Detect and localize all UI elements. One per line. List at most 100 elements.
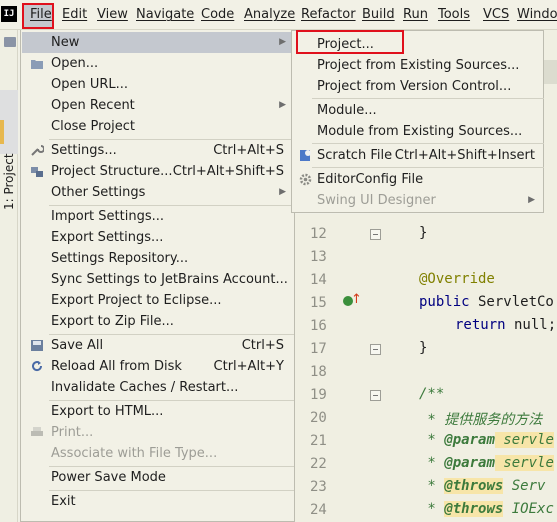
code-line: * @param servle (419, 432, 554, 448)
scratch-file-icon (300, 150, 311, 161)
menu-item-label: Close Project (51, 119, 136, 134)
code-line: * 提供服务的方法 (419, 409, 542, 429)
menu-code[interactable]: Code (201, 6, 234, 24)
submenu-item-label: Scratch File (317, 148, 393, 163)
print-icon (31, 427, 43, 436)
menu-item-reload-all[interactable]: Reload All from Disk Ctrl+Alt+Y (22, 356, 294, 377)
save-icon (31, 340, 43, 351)
menu-item-label: Exit (51, 494, 76, 509)
menu-edit[interactable]: Edit (62, 6, 87, 24)
menu-item-export-html[interactable]: Export to HTML... (22, 401, 294, 422)
menu-item-open-url[interactable]: Open URL... (22, 74, 294, 95)
menu-navigate[interactable]: Navigate (136, 6, 194, 24)
comment-text: /** (419, 386, 445, 402)
menu-item-exit[interactable]: Exit (22, 491, 294, 512)
menu-item-label: Settings Repository... (51, 251, 189, 266)
menu-item-label: Open Recent (51, 98, 135, 113)
menu-item-close-project[interactable]: Close Project (22, 116, 294, 137)
submenu-item-project-version-control[interactable]: Project from Version Control... (293, 76, 543, 97)
javadoc-tag: @param (444, 432, 495, 448)
menu-separator (312, 98, 544, 99)
left-edge-marker (0, 120, 4, 144)
fold-marker-icon[interactable] (370, 390, 381, 401)
menu-separator (312, 143, 544, 144)
menu-refactor[interactable]: Refactor (301, 6, 356, 24)
menu-file[interactable]: File (30, 6, 52, 24)
menu-item-new[interactable]: New ▶ (22, 32, 294, 53)
submenu-arrow-icon: ▶ (279, 100, 286, 110)
folder-icon[interactable] (4, 37, 16, 47)
menu-item-label: Import Settings... (51, 209, 164, 224)
fold-marker-icon[interactable] (370, 344, 381, 355)
menu-item-other-settings[interactable]: Other Settings ▶ (22, 182, 294, 203)
menu-item-associate-file-type[interactable]: Associate with File Type... (22, 443, 294, 464)
menu-item-export-zip[interactable]: Export to Zip File... (22, 311, 294, 332)
override-arrow-icon[interactable]: ↑ (351, 293, 362, 307)
menu-item-sync-settings[interactable]: Sync Settings to JetBrains Account... (22, 269, 294, 290)
submenu-item-scratch-file[interactable]: Scratch File Ctrl+Alt+Shift+Insert (293, 145, 543, 166)
comment-text: servle (494, 432, 554, 448)
comment-text: * (419, 432, 445, 448)
menu-item-invalidate-caches[interactable]: Invalidate Caches / Restart... (22, 377, 294, 398)
code-line: public ServletCo (419, 294, 554, 310)
menu-item-export-eclipse[interactable]: Export Project to Eclipse... (22, 290, 294, 311)
folder-open-icon (31, 60, 43, 69)
code-line: } (419, 225, 427, 241)
submenu-item-editorconfig-file[interactable]: EditorConfig File (293, 169, 543, 190)
menu-item-settings-repository[interactable]: Settings Repository... (22, 248, 294, 269)
new-submenu: Project... Project from Existing Sources… (291, 30, 544, 213)
line-number: 23 (310, 479, 327, 495)
menu-item-power-save-mode[interactable]: Power Save Mode (22, 467, 294, 488)
menu-tools[interactable]: Tools (438, 6, 470, 24)
javadoc-tag: @throws (444, 478, 504, 494)
intellij-logo-icon: IJ (1, 6, 17, 22)
menu-item-open-recent[interactable]: Open Recent ▶ (22, 95, 294, 116)
comment-text: * (419, 501, 445, 517)
menu-build[interactable]: Build (362, 6, 395, 24)
comment-text: Serv (503, 478, 546, 494)
line-number: 18 (310, 364, 327, 380)
submenu-item-module[interactable]: Module... (293, 100, 543, 121)
menu-vcs[interactable]: VCS (483, 6, 509, 24)
menu-item-label: New (51, 35, 80, 50)
line-number: 22 (310, 456, 327, 472)
menu-item-save-all[interactable]: Save All Ctrl+S (22, 335, 294, 356)
menu-analyze[interactable]: Analyze (244, 6, 295, 24)
code-line: } (419, 340, 427, 356)
menu-item-shortcut: Ctrl+Alt+Shift+S (172, 164, 284, 179)
file-menu-dropdown: New ▶ Open... Open URL... Open Recent ▶ … (20, 30, 295, 522)
project-structure-icon (31, 167, 43, 177)
menu-run[interactable]: Run (403, 6, 428, 24)
menu-view[interactable]: View (97, 6, 128, 24)
menu-item-label: Export to HTML... (51, 404, 164, 419)
line-number: 12 (310, 226, 327, 242)
line-number: 14 (310, 272, 327, 288)
line-number: 17 (310, 341, 327, 357)
submenu-item-swing-ui-designer[interactable]: Swing UI Designer ▶ (293, 190, 543, 211)
submenu-item-module-existing-sources[interactable]: Module from Existing Sources... (293, 121, 543, 142)
menu-item-export-settings[interactable]: Export Settings... (22, 227, 294, 248)
menu-item-label: Reload All from Disk (51, 359, 182, 374)
code-line: * @param servle (419, 455, 554, 471)
submenu-item-project-existing-sources[interactable]: Project from Existing Sources... (293, 55, 543, 76)
menu-item-import-settings[interactable]: Import Settings... (22, 206, 294, 227)
menu-item-project-structure[interactable]: Project Structure... Ctrl+Alt+Shift+S (22, 161, 294, 182)
menu-item-label: Project Structure... (51, 164, 173, 179)
menu-item-settings[interactable]: Settings... Ctrl+Alt+S (22, 140, 294, 161)
menu-item-label: Open URL... (51, 77, 129, 92)
keyword-text: return (455, 317, 506, 333)
code-text: null; (505, 317, 557, 333)
fold-marker-icon[interactable] (370, 229, 381, 240)
line-number: 21 (310, 433, 327, 449)
submenu-item-label: Project from Existing Sources... (317, 58, 520, 73)
submenu-item-label: Module... (317, 103, 377, 118)
submenu-arrow-icon: ▶ (279, 187, 286, 197)
gear-icon (299, 173, 312, 186)
menu-item-print[interactable]: Print... (22, 422, 294, 443)
submenu-item-shortcut: Ctrl+Alt+Shift+Insert (394, 148, 535, 163)
code-text: ServletCo (469, 294, 554, 310)
line-number: 24 (310, 502, 327, 518)
menu-window[interactable]: Window (517, 6, 557, 24)
editor-tab-strip (544, 30, 557, 214)
menu-item-open[interactable]: Open... (22, 53, 294, 74)
